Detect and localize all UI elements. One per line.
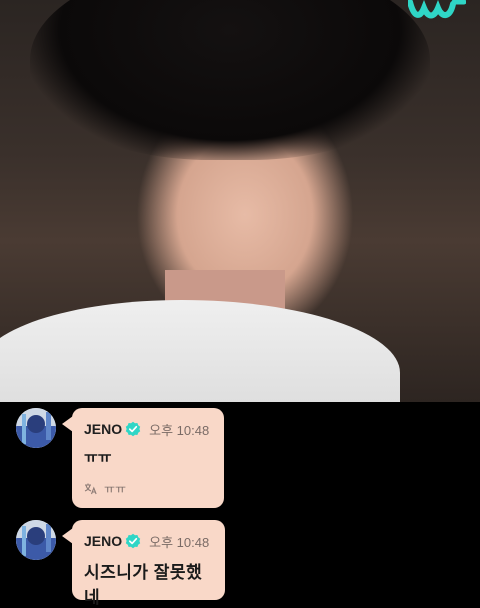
verified-badge-icon — [125, 533, 141, 549]
avatar[interactable] — [16, 520, 56, 560]
sender-name: JENO — [84, 533, 123, 549]
message-text: 시즈니가 잘못했네 — [84, 563, 203, 607]
translation-row[interactable]: ㅠㅠ — [84, 480, 212, 497]
video-hair-shape — [30, 0, 430, 160]
message-time: 오후 10:48 — [149, 422, 210, 438]
message-bubble[interactable]: JENO 오후 10:48 ㅠㅠ ㅠㅠ — [62, 408, 224, 508]
live-video — [0, 0, 480, 402]
video-shirt-shape — [0, 300, 400, 402]
message-text: ㅠㅠ — [84, 449, 112, 466]
translate-icon — [84, 483, 97, 495]
message-bubble[interactable]: JENO 오후 10:48 시즈니가 잘못했네 — [62, 520, 225, 607]
message-time: 오후 10:48 — [149, 534, 210, 550]
verified-badge-icon — [125, 421, 141, 437]
chat-panel: JENO 오후 10:48 ㅠㅠ ㅠㅠ JENO 오후 10:48 시즈니가 잘… — [0, 402, 480, 607]
message-meta: JENO 오후 10:48 — [84, 530, 213, 552]
weverse-w-logo-icon — [408, 0, 466, 19]
translated-text: ㅠㅠ — [104, 482, 127, 496]
avatar[interactable] — [16, 408, 56, 448]
message-meta: JENO 오후 10:48 — [84, 418, 212, 440]
sender-name: JENO — [84, 421, 123, 437]
